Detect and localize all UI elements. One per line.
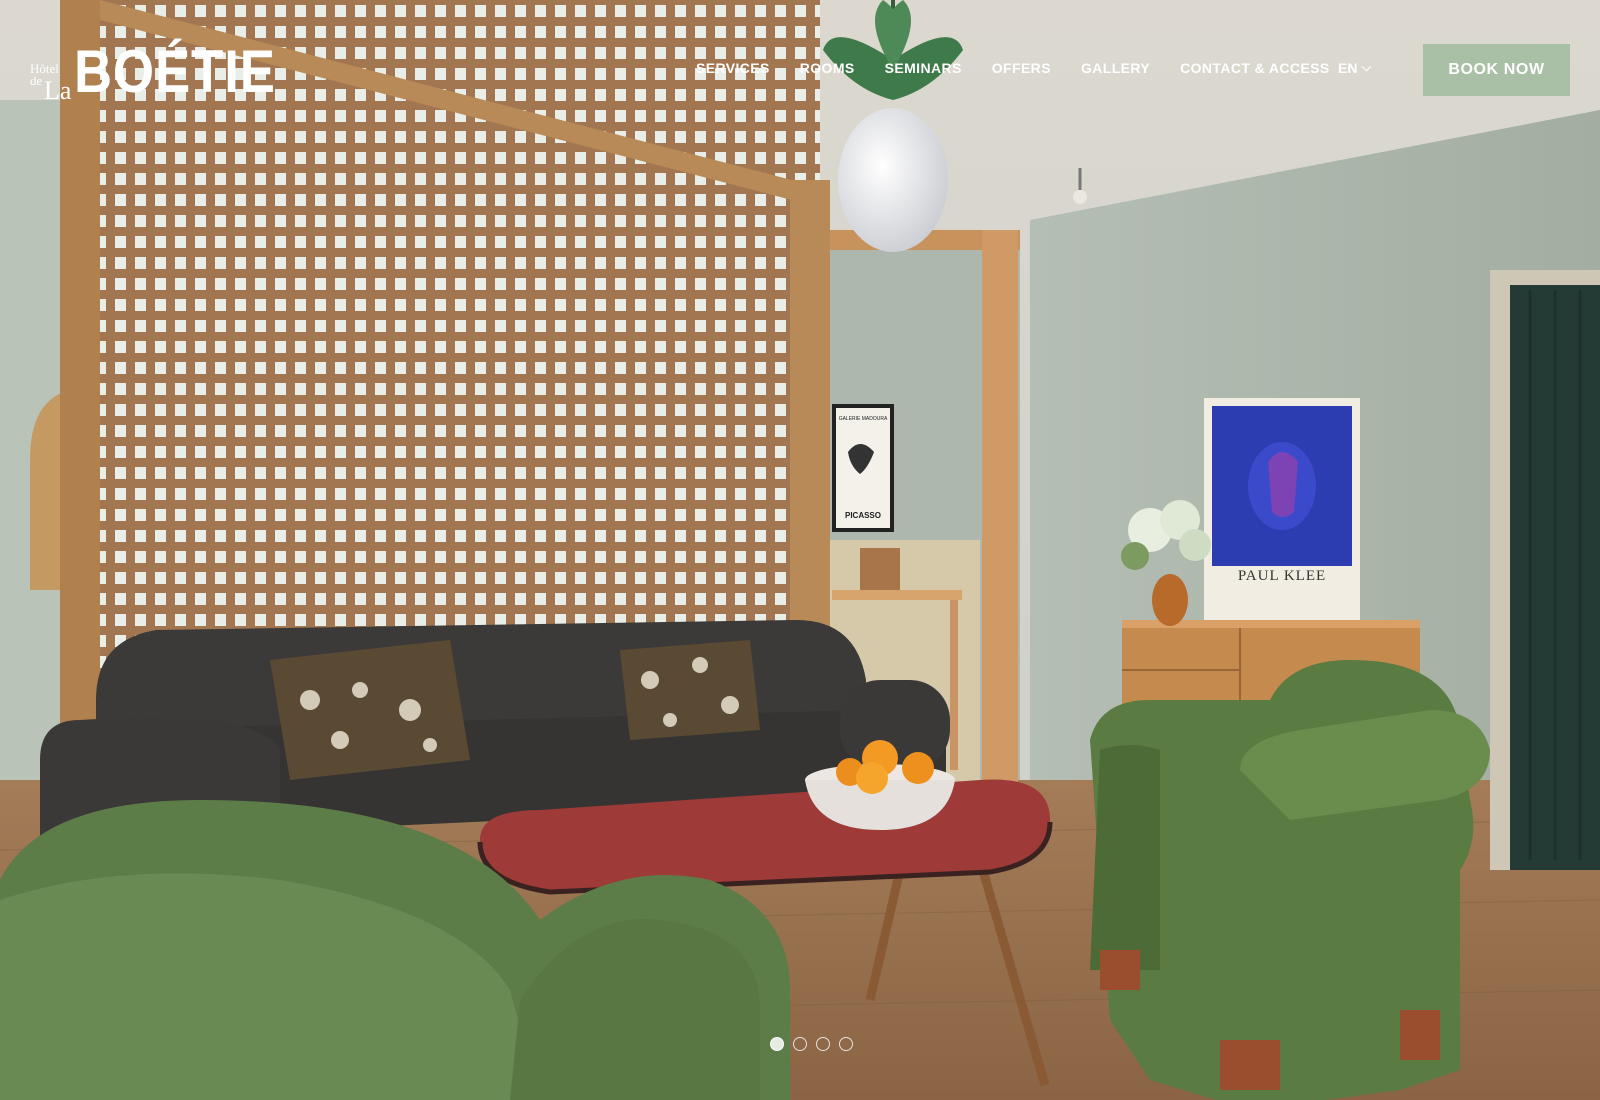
slider-dot-4[interactable] xyxy=(839,1037,853,1051)
nav-item-services[interactable]: SERVICES xyxy=(696,60,770,76)
slider-pagination xyxy=(770,1037,853,1051)
slider-dot-1[interactable] xyxy=(770,1037,784,1051)
nav-item-contact-access[interactable]: CONTACT & ACCESS xyxy=(1180,60,1330,76)
svg-text:GALERIE MADOURA: GALERIE MADOURA xyxy=(839,416,888,422)
logo-de-text: de xyxy=(30,73,43,88)
chevron-down-icon xyxy=(1362,61,1372,71)
language-current: EN xyxy=(1338,60,1358,76)
logo-brand-name: BOÉTIE xyxy=(74,38,276,105)
hero-image: PICASSO GALERIE MADOURA PAUL KLEE xyxy=(0,0,1600,1100)
nav-item-rooms[interactable]: ROOMS xyxy=(800,60,855,76)
logo-la-text: La xyxy=(44,76,72,105)
slider-dot-3[interactable] xyxy=(816,1037,830,1051)
svg-text:PICASSO: PICASSO xyxy=(845,511,881,520)
hotel-logo[interactable]: Hôtel de La BOÉTIE xyxy=(30,38,275,108)
slider-dot-2[interactable] xyxy=(793,1037,807,1051)
site-header: Hôtel de La BOÉTIE SERVICES ROOMS SEMINA… xyxy=(0,0,1600,140)
book-now-button[interactable]: BOOK NOW xyxy=(1423,44,1570,96)
nav-item-offers[interactable]: OFFERS xyxy=(992,60,1051,76)
svg-text:PAUL KLEE: PAUL KLEE xyxy=(1238,568,1326,584)
language-selector[interactable]: EN xyxy=(1338,60,1372,76)
nav-item-seminars[interactable]: SEMINARS xyxy=(885,60,962,76)
main-nav: SERVICES ROOMS SEMINARS OFFERS GALLERY C… xyxy=(696,60,1360,76)
nav-item-gallery[interactable]: GALLERY xyxy=(1081,60,1150,76)
